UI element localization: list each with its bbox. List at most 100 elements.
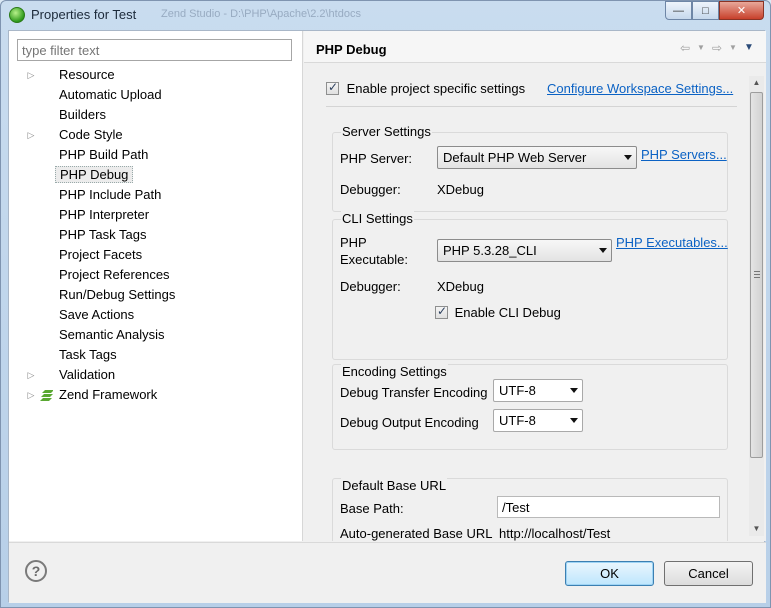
scroll-down-arrow-icon[interactable]: ▼ [749, 522, 764, 536]
php-executables-link[interactable]: PHP Executables... [616, 235, 728, 250]
sidebar-item-label: Automatic Upload [59, 87, 162, 102]
enable-cli-debug-label: Enable CLI Debug [454, 305, 561, 320]
scrollbar-thumb[interactable] [750, 92, 763, 458]
sidebar-item-php-task-tags[interactable]: PHP Task Tags [9, 225, 303, 245]
sidebar-item-php-debug[interactable]: PHP Debug [9, 165, 303, 185]
vertical-scrollbar[interactable]: ▲ ▼ [749, 76, 764, 536]
configure-workspace-link[interactable]: Configure Workspace Settings... [547, 81, 733, 96]
forward-dropdown-icon[interactable]: ▼ [726, 41, 740, 55]
server-debugger-label: Debugger: [340, 182, 401, 197]
page-title: PHP Debug [316, 42, 387, 57]
debug-transfer-encoding-value: UTF-8 [499, 383, 536, 398]
sidebar-item-label: Resource [59, 67, 115, 82]
debug-transfer-encoding-label: Debug Transfer Encoding [340, 385, 488, 400]
back-dropdown-icon[interactable]: ▼ [694, 41, 708, 55]
property-page: PHP Debug ⇦ ▼ ⇨ ▼ ▼ Enable project speci… [304, 31, 766, 541]
sidebar-item-task-tags[interactable]: Task Tags [9, 345, 303, 365]
sidebar-item-label: Task Tags [59, 347, 117, 362]
sidebar-item-builders[interactable]: Builders [9, 105, 303, 125]
view-menu-icon[interactable]: ▼ [742, 41, 756, 55]
properties-window: Properties for Test Zend Studio - D:\PHP… [0, 0, 771, 608]
enable-cli-debug-row[interactable]: Enable CLI Debug [435, 304, 561, 320]
expand-arrow-icon[interactable]: ▷ [26, 385, 36, 405]
chevron-down-icon [624, 155, 632, 160]
expand-arrow-icon[interactable]: ▷ [26, 365, 36, 385]
sidebar: ▷ Resource Automatic Upload Builders ▷ Code S… [9, 31, 303, 541]
sidebar-item-zend-framework[interactable]: ▷ Zend Framework [9, 385, 303, 405]
cli-debugger-value: XDebug [437, 279, 484, 294]
expand-arrow-icon[interactable]: ▷ [26, 65, 36, 85]
sidebar-item-php-interpreter[interactable]: PHP Interpreter [9, 205, 303, 225]
enable-project-settings-label: Enable project specific settings [346, 81, 526, 96]
enable-project-settings-row[interactable]: Enable project specific settings [326, 80, 526, 96]
sidebar-item-label: PHP Interpreter [59, 207, 150, 222]
forward-arrow-icon[interactable]: ⇨ [710, 41, 724, 55]
base-path-label: Base Path: [340, 501, 404, 516]
debug-transfer-encoding-select[interactable]: UTF-8 [493, 379, 583, 402]
grip-icon [754, 271, 760, 278]
enable-cli-debug-checkbox[interactable] [435, 304, 448, 320]
filter-input[interactable] [17, 39, 292, 61]
page-nav-toolbar: ⇦ ▼ ⇨ ▼ ▼ [678, 41, 756, 55]
cli-debugger-label: Debugger: [340, 279, 401, 294]
sidebar-item-project-facets[interactable]: Project Facets [9, 245, 303, 265]
sidebar-item-validation[interactable]: ▷ Validation [9, 365, 303, 385]
scroll-up-arrow-icon[interactable]: ▲ [749, 76, 764, 90]
enable-project-settings-checkbox[interactable] [326, 80, 339, 96]
auto-generated-base-url-value: http://localhost/Test [499, 526, 611, 541]
back-arrow-icon[interactable]: ⇦ [678, 41, 692, 55]
sidebar-item-label: Project Facets [59, 247, 143, 262]
separator [326, 106, 737, 107]
sidebar-item-code-style[interactable]: ▷ Code Style [9, 125, 303, 145]
help-icon[interactable]: ? [25, 560, 47, 582]
sidebar-item-label: PHP Include Path [59, 187, 162, 202]
server-settings-title: Server Settings [341, 124, 432, 139]
encoding-settings-title: Encoding Settings [341, 364, 448, 379]
encoding-settings-group: Encoding Settings Debug Transfer Encodin… [332, 364, 728, 450]
sidebar-item-label: PHP Build Path [59, 147, 149, 162]
window-title: Properties for Test [31, 7, 137, 22]
minimize-button[interactable]: — [665, 1, 692, 20]
server-settings-group: Server Settings PHP Server: Default PHP … [332, 124, 728, 212]
button-bar: ? OK Cancel [9, 542, 766, 603]
page-content: Enable project specific settings Configu… [304, 64, 744, 541]
chevron-down-icon [570, 388, 578, 393]
php-server-value: Default PHP Web Server [443, 150, 587, 165]
sidebar-item-label: Validation [59, 367, 116, 382]
default-base-url-title: Default Base URL [341, 478, 448, 493]
auto-generated-base-url-label: Auto-generated Base URL [340, 526, 493, 541]
minimize-icon: — [673, 4, 684, 17]
sidebar-item-label: Semantic Analysis [59, 327, 165, 342]
property-tree: ▷ Resource Automatic Upload Builders ▷ Code S… [9, 65, 303, 405]
php-servers-link[interactable]: PHP Servers... [641, 147, 727, 162]
sidebar-item-label: PHP Debug [55, 166, 134, 183]
php-server-select[interactable]: Default PHP Web Server [437, 146, 637, 169]
php-executable-select[interactable]: PHP 5.3.28_CLI [437, 239, 612, 262]
cli-settings-group: CLI Settings PHP Executable: PHP 5.3.28_… [332, 211, 728, 360]
title-bar[interactable]: Properties for Test Zend Studio - D:\PHP… [1, 1, 770, 29]
cancel-button[interactable]: Cancel [664, 561, 753, 586]
sidebar-item-resource[interactable]: ▷ Resource [9, 65, 303, 85]
sidebar-item-php-include-path[interactable]: PHP Include Path [9, 185, 303, 205]
sidebar-item-run-debug-settings[interactable]: Run/Debug Settings [9, 285, 303, 305]
maximize-icon: □ [702, 4, 709, 17]
base-path-input[interactable] [497, 496, 720, 518]
sidebar-item-label: PHP Task Tags [59, 227, 147, 242]
maximize-button[interactable]: □ [692, 1, 719, 20]
sidebar-item-save-actions[interactable]: Save Actions [9, 305, 303, 325]
ok-button[interactable]: OK [565, 561, 654, 586]
cli-settings-title: CLI Settings [341, 211, 414, 226]
sidebar-item-semantic-analysis[interactable]: Semantic Analysis [9, 325, 303, 345]
sidebar-item-automatic-upload[interactable]: Automatic Upload [9, 85, 303, 105]
php-executable-value: PHP 5.3.28_CLI [443, 243, 537, 258]
sidebar-item-php-build-path[interactable]: PHP Build Path [9, 145, 303, 165]
sidebar-item-project-references[interactable]: Project References [9, 265, 303, 285]
debug-output-encoding-label: Debug Output Encoding [340, 415, 479, 430]
sidebar-item-label: Save Actions [59, 307, 135, 322]
sidebar-item-label: Project References [59, 267, 170, 282]
debug-output-encoding-value: UTF-8 [499, 413, 536, 428]
debug-output-encoding-select[interactable]: UTF-8 [493, 409, 583, 432]
expand-arrow-icon[interactable]: ▷ [26, 125, 36, 145]
default-base-url-group: Default Base URL Base Path: Auto-generat… [332, 478, 728, 541]
close-button[interactable]: ✕ [719, 1, 764, 20]
